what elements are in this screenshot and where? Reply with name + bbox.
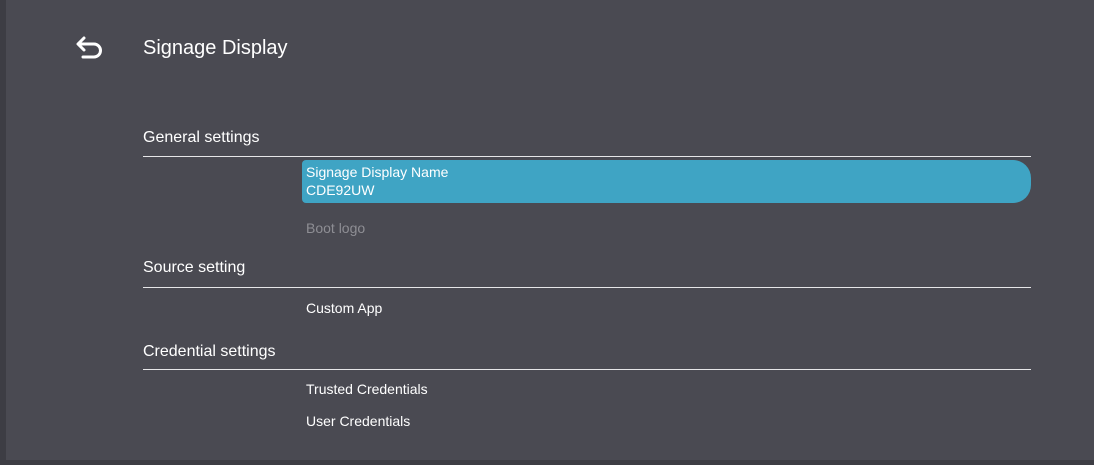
section-divider-general (143, 156, 1031, 157)
menu-item-label: Signage Display Name (306, 164, 449, 180)
menu-item-trusted-credentials[interactable]: Trusted Credentials (306, 380, 428, 398)
menu-item-custom-app[interactable]: Custom App (306, 299, 382, 317)
menu-item-value: CDE92UW (306, 182, 375, 198)
section-header-general-settings: General settings (143, 129, 260, 146)
menu-item-boot-logo: Boot logo (306, 220, 366, 236)
menu-item-signage-display-name[interactable]: Signage Display Name CDE92UW (302, 160, 1031, 203)
screen-edge-left (0, 0, 6, 465)
settings-screen: Signage Display General settings Signage… (0, 0, 1094, 465)
page-title: Signage Display (143, 37, 288, 59)
section-header-credential-settings: Credential settings (143, 343, 276, 360)
section-divider-credential (143, 369, 1031, 370)
back-button[interactable] (72, 32, 108, 64)
screen-edge-bottom (0, 460, 1094, 465)
back-arrow-icon (76, 36, 102, 59)
section-header-source-setting: Source setting (143, 259, 246, 276)
section-divider-source (143, 287, 1031, 288)
menu-item-user-credentials[interactable]: User Credentials (306, 412, 410, 430)
